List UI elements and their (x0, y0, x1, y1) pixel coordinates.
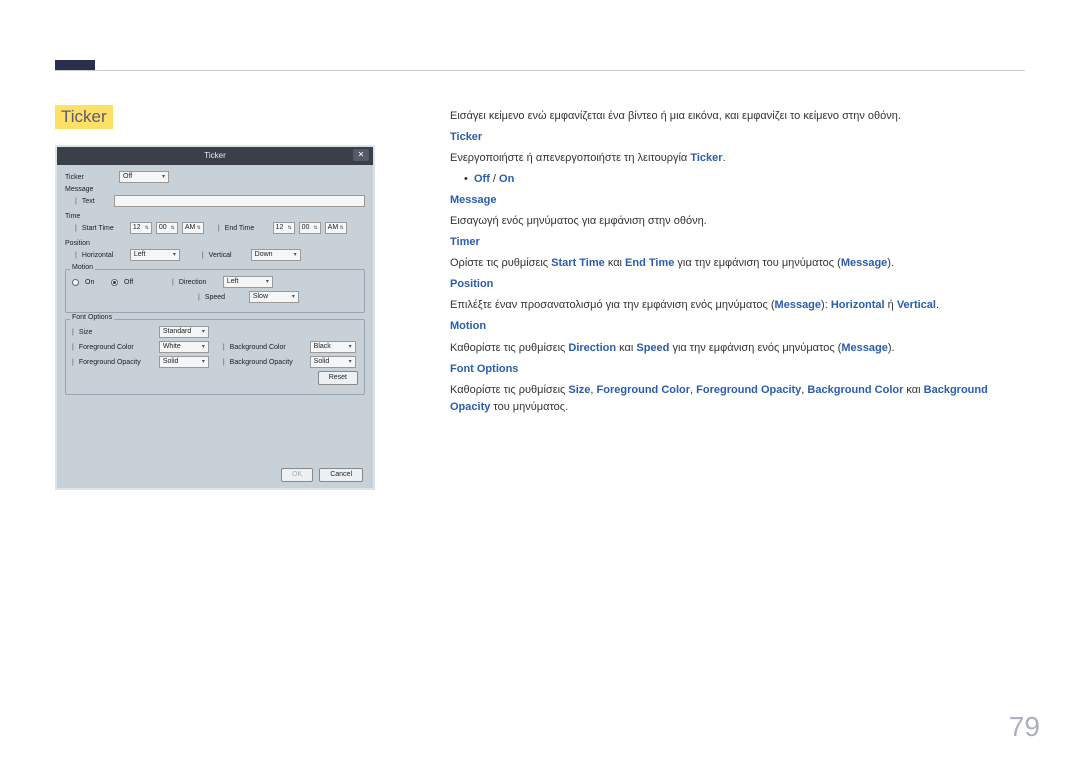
direction-label: Direction (179, 279, 219, 286)
motion-desc: Καθορίστε τις ρυθμίσεις Direction και Sp… (450, 340, 1020, 357)
time-label: Time (65, 213, 365, 220)
horizontal-label: Horizontal (82, 252, 126, 259)
size-select[interactable]: Standard (159, 326, 209, 338)
message-label: Message (65, 186, 365, 193)
dialog-body: Ticker Off Message |Text Time |Start Tim… (57, 165, 373, 488)
end-time-label: End Time (225, 225, 269, 232)
motion-group-title: Motion (70, 264, 95, 271)
dialog-titlebar: Ticker ✕ (57, 147, 373, 165)
end-hour[interactable]: 12 (273, 222, 295, 234)
message-input[interactable] (114, 195, 365, 207)
header-rule (55, 70, 1025, 71)
start-time-label: Start Time (82, 225, 126, 232)
end-ampm[interactable]: AM (325, 222, 347, 234)
ticker-heading: Ticker (450, 129, 1020, 146)
text-label: Text (82, 198, 110, 205)
cancel-button[interactable]: Cancel (319, 468, 363, 482)
start-hour[interactable]: 12 (130, 222, 152, 234)
bg-opacity-label: Background Opacity (230, 359, 306, 366)
fg-color-label: Foreground Color (79, 344, 155, 351)
font-options-title: Font Options (70, 314, 114, 321)
header-accent (55, 60, 95, 70)
message-desc: Εισαγωγή ενός μηνύματος για εμφάνιση στη… (450, 213, 1020, 230)
bg-opacity-select[interactable]: Solid (310, 356, 356, 368)
direction-select[interactable]: Left (223, 276, 273, 288)
motion-heading: Motion (450, 318, 1020, 335)
motion-on-radio[interactable] (72, 279, 79, 286)
off-label: Off (124, 279, 154, 286)
ticker-select[interactable]: Off (119, 171, 169, 183)
section-title: Ticker (55, 105, 113, 129)
ticker-dialog: Ticker ✕ Ticker Off Message |Text Time |… (55, 145, 375, 490)
ticker-desc: Ενεργοποιήστε ή απενεργοποιήστε τη λειτο… (450, 150, 1020, 167)
page-number: 79 (1009, 711, 1040, 743)
on-label: On (85, 279, 107, 286)
bg-color-select[interactable]: Black (310, 341, 356, 353)
fg-opacity-label: Foreground Opacity (79, 359, 155, 366)
timer-heading: Timer (450, 234, 1020, 251)
speed-label: Speed (205, 294, 245, 301)
dialog-title: Ticker (204, 151, 225, 160)
ticker-options: • Off / On (464, 171, 1020, 188)
start-ampm[interactable]: AM (182, 222, 204, 234)
bg-color-label: Background Color (230, 344, 306, 351)
description-column: Εισάγει κείμενο ενώ εμφανίζεται ένα βίντ… (450, 108, 1020, 420)
motion-off-radio[interactable] (111, 279, 118, 286)
timer-desc: Ορίστε τις ρυθμίσεις Start Time και End … (450, 255, 1020, 272)
reset-button[interactable]: Reset (318, 371, 358, 385)
speed-select[interactable]: Slow (249, 291, 299, 303)
message-heading: Message (450, 192, 1020, 209)
close-icon[interactable]: ✕ (353, 149, 369, 161)
ok-button[interactable]: OK (281, 468, 313, 482)
font-heading: Font Options (450, 361, 1020, 378)
ticker-label: Ticker (65, 174, 115, 181)
end-min[interactable]: 00 (299, 222, 321, 234)
fg-opacity-select[interactable]: Solid (159, 356, 209, 368)
position-desc: Επιλέξτε έναν προσανατολισμό για την εμφ… (450, 297, 1020, 314)
font-desc: Καθορίστε τις ρυθμίσεις Size, Foreground… (450, 382, 1020, 416)
size-label: Size (79, 329, 155, 336)
font-options-group: Font Options |Size Standard |Foreground … (65, 319, 365, 395)
position-label: Position (65, 240, 365, 247)
fg-color-select[interactable]: White (159, 341, 209, 353)
horizontal-select[interactable]: Left (130, 249, 180, 261)
intro-text: Εισάγει κείμενο ενώ εμφανίζεται ένα βίντ… (450, 108, 1020, 125)
position-heading: Position (450, 276, 1020, 293)
vertical-select[interactable]: Down (251, 249, 301, 261)
start-min[interactable]: 00 (156, 222, 178, 234)
vertical-label: Vertical (209, 252, 247, 259)
motion-group: Motion On Off |Direction Left |Speed Slo… (65, 269, 365, 313)
